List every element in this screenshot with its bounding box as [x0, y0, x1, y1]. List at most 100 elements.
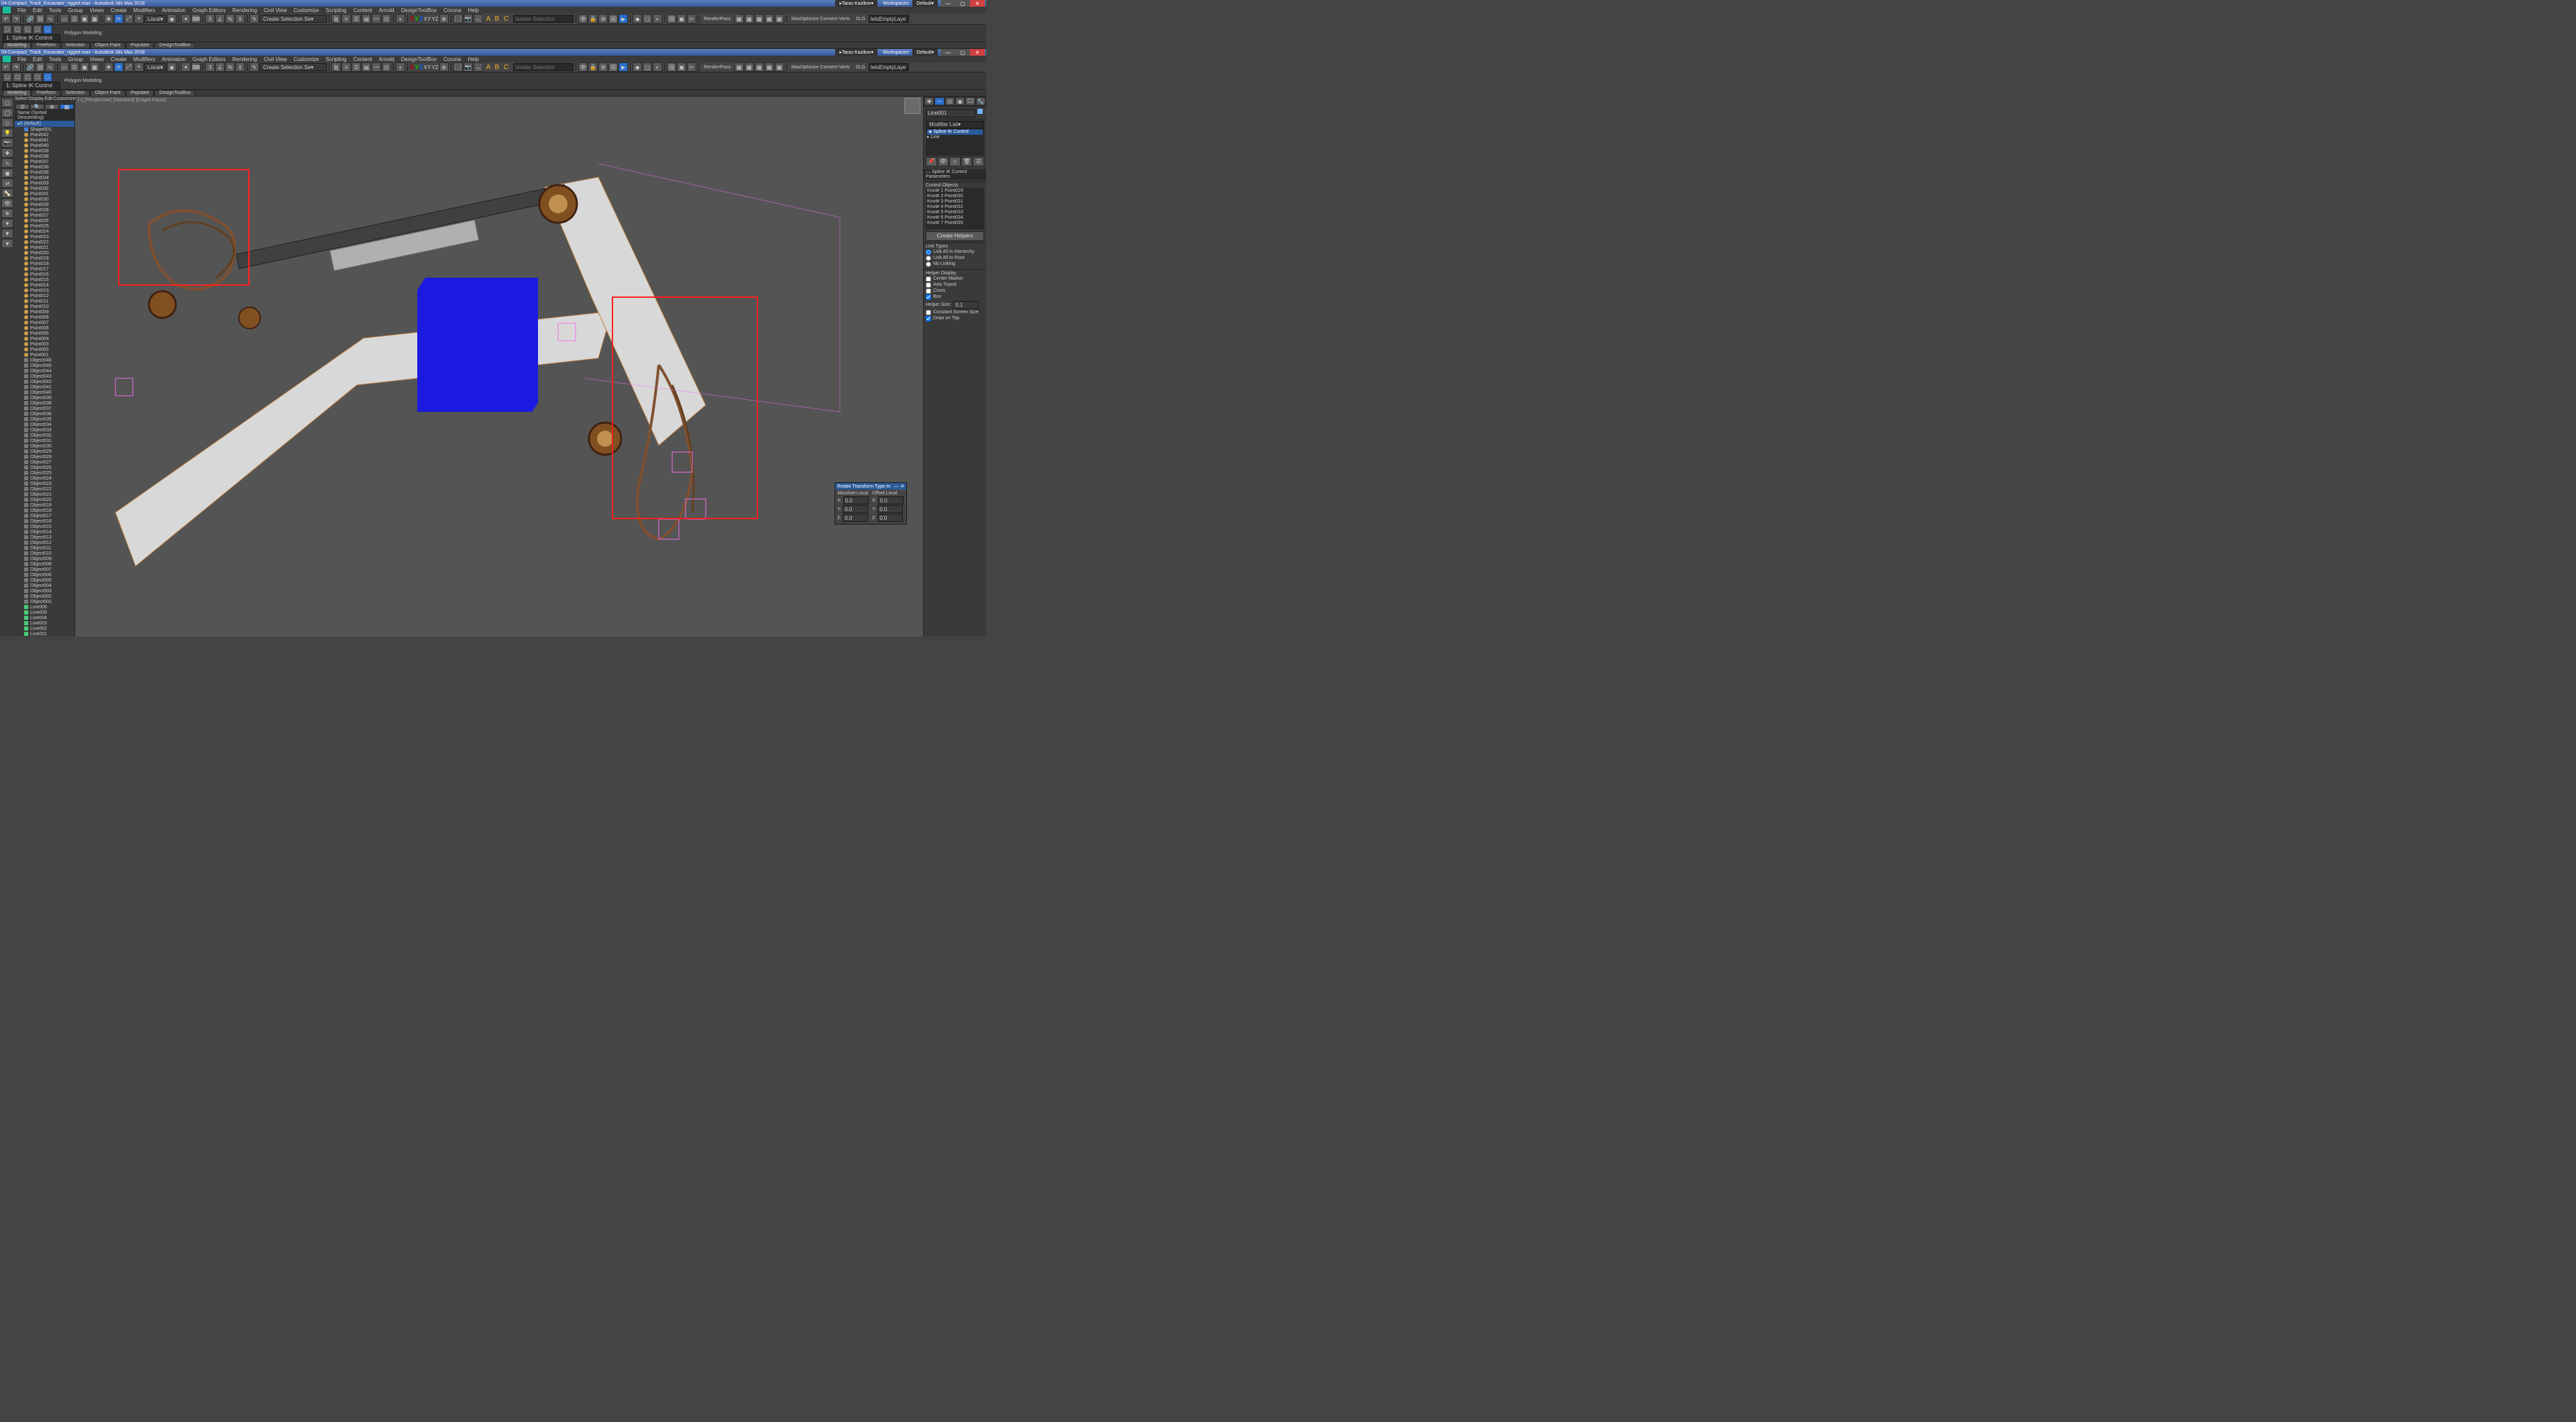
- isolate-icon-2[interactable]: 👁: [578, 62, 588, 72]
- move-icon[interactable]: ✥: [104, 14, 113, 23]
- unlink-icon[interactable]: ⛓: [36, 14, 45, 23]
- menu-group-2[interactable]: Group: [65, 56, 85, 62]
- helper-size-spinner[interactable]: [953, 301, 979, 309]
- menu-arnold-2[interactable]: Arnold: [376, 56, 397, 62]
- workspace-selector-2[interactable]: Default ▾: [912, 49, 938, 56]
- angle-snap-icon[interactable]: ∠: [215, 14, 225, 23]
- rotate-icon[interactable]: ⟳: [114, 14, 123, 23]
- tree-item[interactable]: Object020: [15, 497, 74, 502]
- menu-civil-view[interactable]: Civil View: [261, 7, 290, 13]
- selected-object-dropdown-2[interactable]: 1: Spline IK Control: [3, 82, 60, 90]
- tree-item[interactable]: Line005: [15, 610, 74, 615]
- rib-cmd-3b[interactable]: ▢: [23, 72, 32, 82]
- align-icon-2[interactable]: ≡: [341, 62, 351, 72]
- tree-item[interactable]: Object016: [15, 518, 74, 524]
- tree-item[interactable]: Object046: [15, 358, 74, 363]
- menu-scripting-2[interactable]: Scripting: [323, 56, 349, 62]
- tree-item[interactable]: Line002: [15, 626, 74, 631]
- tree-item[interactable]: Object005: [15, 578, 74, 583]
- tree-item[interactable]: Line001: [15, 631, 74, 637]
- layers-icon-2[interactable]: ☰: [352, 62, 361, 72]
- knot-row[interactable]: Knot# 6 Point034: [927, 215, 983, 221]
- tree-item[interactable]: Object031: [15, 438, 74, 443]
- helper-opt-axis[interactable]: Axis Tripod: [926, 282, 984, 288]
- tab-object-paint-2[interactable]: Object Paint: [91, 90, 125, 97]
- plugin-icon-5b[interactable]: ▦: [775, 62, 784, 72]
- select-icon[interactable]: ▭: [60, 14, 69, 23]
- tree-item[interactable]: Object022: [15, 486, 74, 492]
- tree-item[interactable]: Object017: [15, 513, 74, 518]
- menu-help[interactable]: Help: [465, 7, 481, 13]
- tree-item[interactable]: Point010: [15, 304, 74, 309]
- rib-cmd-1[interactable]: ▢: [3, 25, 12, 34]
- tree-item[interactable]: Object011: [15, 545, 74, 551]
- yz-constraint-icon[interactable]: YZ: [431, 16, 438, 22]
- se-tool-2[interactable]: 🔍: [30, 104, 44, 109]
- helper-opt-cross[interactable]: Cross: [926, 288, 984, 294]
- menu-tools[interactable]: Tools: [46, 7, 64, 13]
- abs-y-spinner[interactable]: [843, 505, 868, 513]
- tree-item[interactable]: Point025: [15, 223, 74, 229]
- corona-mat-icon-2[interactable]: ◐: [653, 62, 662, 72]
- tree-item[interactable]: Point018: [15, 261, 74, 266]
- y-constraint-icon[interactable]: Y: [415, 15, 419, 22]
- tree-item[interactable]: Point022: [15, 239, 74, 245]
- cmd-tab-create-icon[interactable]: ✚: [924, 97, 934, 105]
- tab-freeform[interactable]: Freeform: [32, 42, 60, 49]
- menu-customize-2[interactable]: Customize: [291, 56, 322, 62]
- tree-item[interactable]: Point029: [15, 202, 74, 207]
- corona-vfb-icon[interactable]: ▢: [643, 14, 652, 23]
- tab-selection[interactable]: Selection: [61, 42, 90, 49]
- tree-item[interactable]: Object041: [15, 384, 74, 390]
- tree-item[interactable]: Point040: [15, 143, 74, 148]
- window-crossing-icon-2[interactable]: ▦: [90, 62, 99, 72]
- se-filter-3-icon[interactable]: ▼: [1, 239, 13, 248]
- viewport-bg-icon-2[interactable]: 🖼: [667, 62, 676, 72]
- maximize-button[interactable]: ▢: [955, 0, 970, 7]
- layer-explorer-icon-2[interactable]: ▤: [362, 62, 371, 72]
- menu-file-2[interactable]: File: [15, 56, 29, 62]
- selection-lock-icon[interactable]: 🔒: [588, 14, 598, 23]
- tab-selection-2[interactable]: Selection: [61, 90, 90, 97]
- scene-tree[interactable]: ▾ 0 (default) Shape001Point042Point041Po…: [15, 121, 74, 637]
- viewport-clip-icon-2[interactable]: ✂: [687, 62, 696, 72]
- link-opt-hierarchy[interactable]: Link All in Hierarchy: [926, 250, 984, 255]
- tree-item[interactable]: Object030: [15, 443, 74, 449]
- rib-cmd-3[interactable]: ▢: [23, 25, 32, 34]
- tree-item[interactable]: Object042: [15, 379, 74, 384]
- percent-snap-icon-2[interactable]: %: [225, 62, 235, 72]
- scale-icon-2[interactable]: ⤢: [124, 62, 133, 72]
- tree-item[interactable]: Point001: [15, 352, 74, 358]
- stack-pin-icon[interactable]: 📌: [926, 157, 937, 166]
- snapshot-icon[interactable]: 📷: [464, 14, 473, 23]
- rib-cmd-2[interactable]: ▢: [13, 25, 22, 34]
- stack-unique-icon[interactable]: ◇: [949, 157, 961, 166]
- isolate-icon[interactable]: 👁: [578, 14, 588, 23]
- abs-z-spinner[interactable]: [843, 514, 868, 522]
- draw-on-top-checkbox[interactable]: Draw on Top: [926, 316, 984, 321]
- rib-cmd-4[interactable]: ▢: [33, 25, 42, 34]
- menu-arnold[interactable]: Arnold: [376, 7, 397, 13]
- se-display-shapes-icon[interactable]: ◇: [1, 118, 13, 127]
- place-icon-2[interactable]: ⌖: [134, 62, 144, 72]
- select-region-icon-2[interactable]: ▣: [80, 62, 89, 72]
- tree-item[interactable]: Point024: [15, 229, 74, 234]
- link-opt-root[interactable]: Link All to Root: [926, 256, 984, 261]
- minimize-button-2[interactable]: —: [941, 49, 955, 56]
- material-editor-icon-2[interactable]: ◐: [396, 62, 405, 72]
- tree-item[interactable]: Point032: [15, 186, 74, 191]
- knot-row[interactable]: Knot# 3 Point031: [927, 199, 983, 205]
- tree-item[interactable]: Object028: [15, 454, 74, 459]
- tree-item[interactable]: Object032: [15, 433, 74, 438]
- render-setup-icon[interactable]: ⚙: [598, 14, 608, 23]
- tree-item[interactable]: Point026: [15, 218, 74, 223]
- tree-item[interactable]: Object007: [15, 567, 74, 572]
- se-display-lights-icon[interactable]: 💡: [1, 128, 13, 138]
- cmd-tab-hierarchy-icon[interactable]: ⊡: [945, 97, 955, 105]
- tree-item[interactable]: Point012: [15, 293, 74, 298]
- spinner-snap-icon-2[interactable]: ⇕: [235, 62, 245, 72]
- tree-item[interactable]: Object009: [15, 556, 74, 561]
- menu-graph-editors[interactable]: Graph Editors: [190, 7, 228, 13]
- maxscript-input[interactable]: [869, 15, 909, 23]
- menu-content-2[interactable]: Content: [351, 56, 375, 62]
